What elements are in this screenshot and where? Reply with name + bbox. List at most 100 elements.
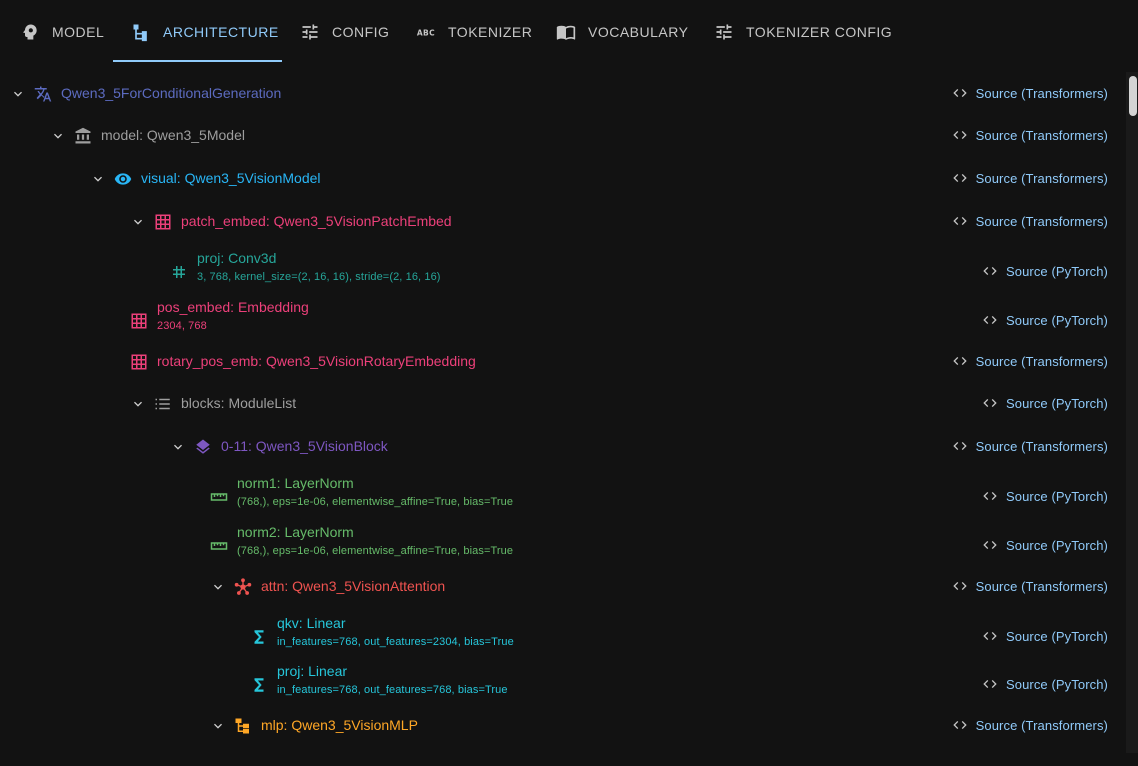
expand-chevron-icon[interactable] xyxy=(10,86,26,102)
node-name: attn: Qwen3_5VisionAttention xyxy=(261,578,446,594)
tab-label: TOKENIZER xyxy=(448,24,533,40)
node-name: proj: Linear xyxy=(277,663,348,679)
code-icon xyxy=(952,174,967,182)
source-label: Source (PyTorch) xyxy=(1005,628,1108,644)
scrollbar-thumb[interactable] xyxy=(1129,76,1137,116)
source-label: Source (Transformers) xyxy=(975,717,1108,733)
code-icon xyxy=(983,267,997,275)
node-name: 0-11: Qwen3_5VisionBlock xyxy=(221,438,388,454)
source-label: Source (Transformers) xyxy=(975,170,1108,186)
node-name: pos_embed: Embedding xyxy=(157,299,309,315)
sigma-icon xyxy=(250,676,268,694)
tab-tokenizer-config[interactable]: TOKENIZER CONFIG xyxy=(714,0,892,64)
grid-icon xyxy=(130,353,148,371)
node-params: (768,), eps=1e-06, elementwise_affine=Tr… xyxy=(237,545,514,557)
node-name: proj: Conv3d xyxy=(197,250,277,266)
book-icon xyxy=(556,25,576,40)
source-link[interactable]: Source (Transformers) xyxy=(952,213,1108,229)
tree-node[interactable]: proj: Conv3d 3, 768, kernel_size=(2, 16, … xyxy=(0,250,1126,299)
source-label: Source (PyTorch) xyxy=(1005,537,1108,553)
node-name: Qwen3_5ForConditionalGeneration xyxy=(61,85,282,101)
abc-icon: ABC xyxy=(417,28,435,37)
tab-architecture[interactable]: ARCHITECTURE xyxy=(131,0,279,64)
code-icon xyxy=(952,721,967,729)
source-link[interactable]: Source (PyTorch) xyxy=(982,312,1108,328)
source-link[interactable]: Source (Transformers) xyxy=(952,127,1108,143)
node-name: rotary_pos_emb: Qwen3_5VisionRotaryEmbed… xyxy=(157,353,476,369)
source-link[interactable]: Source (Transformers) xyxy=(952,438,1108,454)
source-link[interactable]: Source (PyTorch) xyxy=(982,395,1108,411)
brain-head-icon xyxy=(23,24,37,40)
source-link[interactable]: Source (PyTorch) xyxy=(982,537,1108,553)
tree-node[interactable]: 0-11: Qwen3_5VisionBlock Source (Transfor… xyxy=(0,438,1126,487)
source-link[interactable]: Source (Transformers) xyxy=(952,578,1108,594)
source-link[interactable]: Source (Transformers) xyxy=(952,170,1108,186)
tab-label: TOKENIZER CONFIG xyxy=(746,24,893,40)
source-link[interactable]: Source (PyTorch) xyxy=(982,676,1108,692)
architecture-tree: Qwen3_5ForConditionalGeneration Source (T… xyxy=(0,72,1126,753)
tree-node[interactable]: attn: Qwen3_5VisionAttention Source (Tran… xyxy=(0,578,1126,627)
source-label: Source (PyTorch) xyxy=(1005,312,1108,328)
svg-text:ABC: ABC xyxy=(417,28,435,37)
tab-vocabulary[interactable]: VOCABULARY xyxy=(556,0,688,64)
source-link[interactable]: Source (Transformers) xyxy=(952,85,1108,101)
tab-tokenizer[interactable]: ABC TOKENIZER xyxy=(416,0,532,64)
source-link[interactable]: Source (Transformers) xyxy=(952,717,1108,733)
file-tree-icon xyxy=(133,24,147,42)
expand-chevron-icon[interactable] xyxy=(130,396,146,412)
ruler-icon xyxy=(210,537,228,555)
source-label: Source (Transformers) xyxy=(975,353,1108,369)
source-label: Source (Transformers) xyxy=(975,213,1108,229)
sigma-icon xyxy=(250,628,268,646)
node-name: patch_embed: Qwen3_5VisionPatchEmbed xyxy=(181,213,452,229)
bank-icon xyxy=(74,127,92,145)
code-icon xyxy=(952,357,967,365)
expand-chevron-icon[interactable] xyxy=(170,439,186,455)
tab-model[interactable]: MODEL xyxy=(20,0,104,64)
node-params: 2304, 768 xyxy=(157,320,207,332)
grid-icon xyxy=(130,312,148,330)
tab-label: MODEL xyxy=(52,24,105,40)
tree-node[interactable]: norm2: LayerNorm (768,), eps=1e-06, eleme… xyxy=(0,524,1126,573)
tune-icon xyxy=(716,24,732,40)
node-name: norm1: LayerNorm xyxy=(237,475,354,491)
expand-chevron-icon[interactable] xyxy=(130,214,146,230)
translate-icon xyxy=(34,85,52,103)
code-icon xyxy=(952,131,967,139)
ruler-icon xyxy=(210,488,228,506)
tree-node[interactable]: qkv: Linear in_features=768, out_features… xyxy=(0,615,1126,664)
code-icon xyxy=(983,316,997,324)
source-label: Source (PyTorch) xyxy=(1005,395,1108,411)
node-params: in_features=768, out_features=2304, bias… xyxy=(277,636,514,648)
tree-node[interactable]: proj: Linear in_features=768, out_feature… xyxy=(0,663,1126,712)
source-link[interactable]: Source (PyTorch) xyxy=(982,488,1108,504)
sitemap-icon xyxy=(234,717,252,735)
code-icon xyxy=(952,442,967,450)
source-label: Source (PyTorch) xyxy=(1005,488,1108,504)
expand-chevron-icon[interactable] xyxy=(210,579,226,595)
tab-label: VOCABULARY xyxy=(588,24,689,40)
node-params: 3, 768, kernel_size=(2, 16, 16), stride=… xyxy=(197,271,441,283)
source-link[interactable]: Source (PyTorch) xyxy=(982,628,1108,644)
node-name: visual: Qwen3_5VisionModel xyxy=(141,170,321,186)
tab-config[interactable]: CONFIG xyxy=(300,0,389,64)
scrollbar-track[interactable] xyxy=(1126,72,1138,753)
eye-icon xyxy=(114,170,132,188)
hub-icon xyxy=(234,578,252,596)
source-label: Source (Transformers) xyxy=(975,85,1108,101)
tree-node[interactable]: pos_embed: Embedding 2304, 768 Source (PyT… xyxy=(0,299,1126,348)
tab-label: ARCHITECTURE xyxy=(163,24,279,40)
tree-node[interactable]: mlp: Qwen3_5VisionMLP Source (Transformer… xyxy=(0,717,1126,766)
source-link[interactable]: Source (Transformers) xyxy=(952,353,1108,369)
tab-label: CONFIG xyxy=(332,24,390,40)
source-link[interactable]: Source (PyTorch) xyxy=(982,263,1108,279)
expand-chevron-icon[interactable] xyxy=(90,171,106,187)
node-name: blocks: ModuleList xyxy=(181,395,297,411)
code-icon xyxy=(983,632,997,640)
tree-node[interactable]: patch_embed: Qwen3_5VisionPatchEmbed Sour… xyxy=(0,213,1126,262)
expand-chevron-icon[interactable] xyxy=(50,128,66,144)
tree-node[interactable]: norm1: LayerNorm (768,), eps=1e-06, eleme… xyxy=(0,475,1126,524)
node-params: (768,), eps=1e-06, elementwise_affine=Tr… xyxy=(237,496,514,508)
expand-chevron-icon[interactable] xyxy=(210,718,226,734)
tune-icon xyxy=(302,24,318,40)
